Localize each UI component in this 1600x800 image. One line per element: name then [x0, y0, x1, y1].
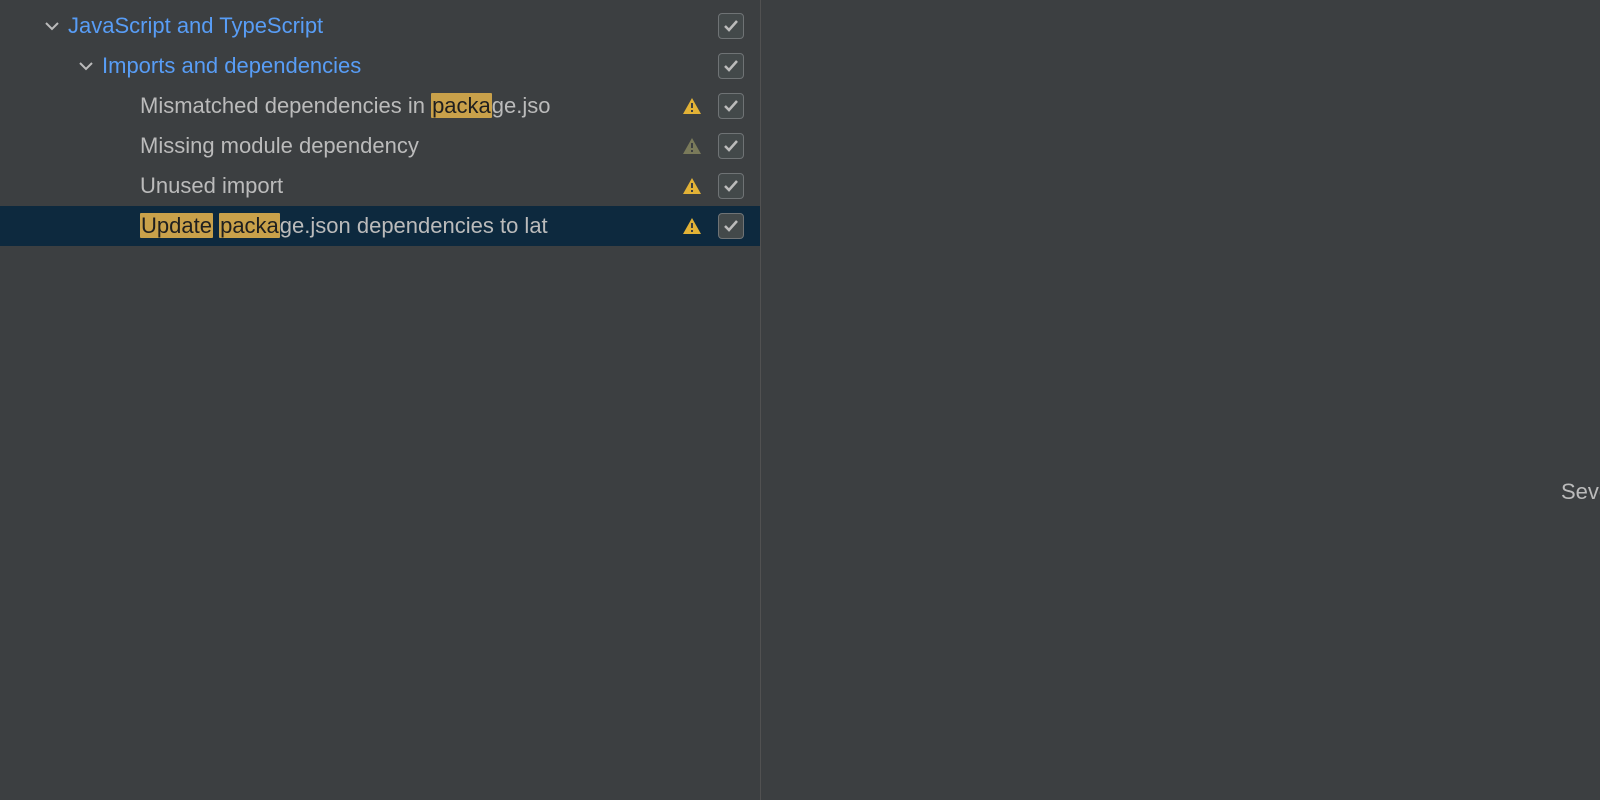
inspection-label: Unused import — [140, 173, 283, 199]
inspection-item[interactable]: Mismatched dependencies in package.jso — [0, 86, 760, 126]
checkbox[interactable] — [718, 133, 744, 159]
severity-label: Severity: — [1561, 479, 1600, 505]
chevron-down-icon — [78, 58, 94, 74]
details-panel: Severity: Warning In All Scopes ErrorWar… — [760, 0, 1600, 800]
inspection-label: Update package.json dependencies to lat — [140, 213, 548, 239]
checkbox[interactable] — [718, 53, 744, 79]
warning-triangle-icon — [682, 176, 702, 196]
inspection-label: Mismatched dependencies in package.jso — [140, 93, 551, 119]
warning-triangle-icon — [682, 216, 702, 236]
inspection-label: Missing module dependency — [140, 133, 419, 159]
warning-triangle-icon — [682, 96, 702, 116]
inspection-item[interactable]: Unused import — [0, 166, 760, 206]
chevron-down-icon — [44, 18, 60, 34]
category-label: Imports and dependencies — [102, 53, 361, 79]
checkbox[interactable] — [718, 213, 744, 239]
weak-warning-icon — [682, 136, 702, 156]
checkbox[interactable] — [718, 173, 744, 199]
checkbox[interactable] — [718, 13, 744, 39]
inspection-tree: JavaScript and TypeScript Imports and de… — [0, 0, 760, 800]
category-js-ts[interactable]: JavaScript and TypeScript — [0, 6, 760, 46]
checkbox[interactable] — [718, 93, 744, 119]
category-imports[interactable]: Imports and dependencies — [0, 46, 760, 86]
category-label: JavaScript and TypeScript — [68, 13, 323, 39]
inspection-item[interactable]: Missing module dependency — [0, 126, 760, 166]
inspection-item[interactable]: Update package.json dependencies to lat — [0, 206, 760, 246]
